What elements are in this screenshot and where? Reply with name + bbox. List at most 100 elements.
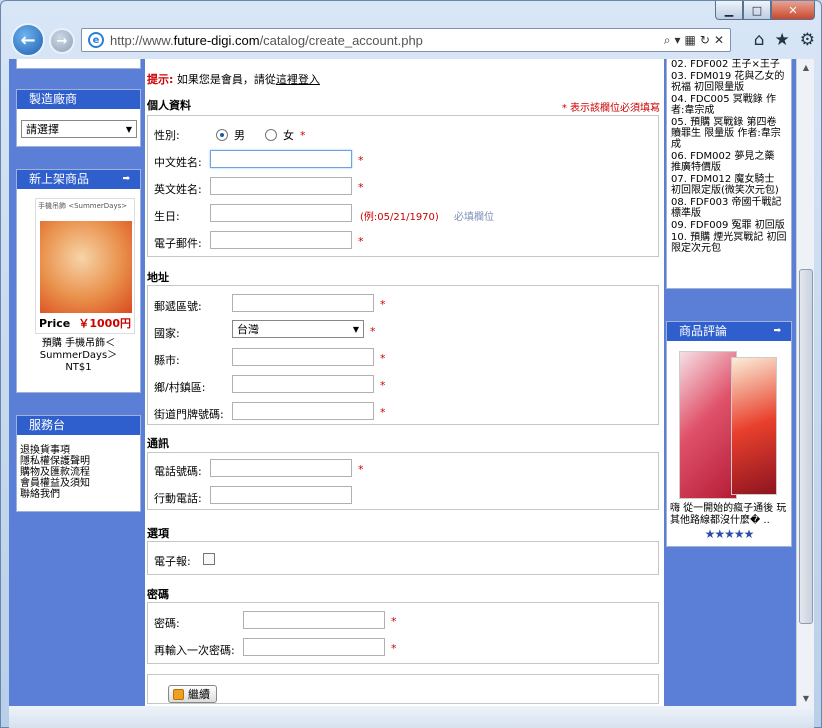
email-input[interactable] [210, 231, 352, 249]
zip-input[interactable] [232, 294, 374, 312]
dropdown-icon[interactable]: ▾ [675, 33, 681, 48]
required-star: * [358, 154, 364, 167]
newsletter-label: 電子報: [154, 555, 191, 568]
close-button[interactable]: ✕ [771, 1, 815, 20]
gender-female-radio[interactable] [265, 129, 277, 141]
bestseller-item[interactable]: 02. FDF002 王子×王子 [671, 59, 787, 70]
back-arrow-icon[interactable]: ← [11, 23, 45, 57]
phone-row: 電話號碼: [154, 463, 202, 479]
dob-input[interactable] [210, 204, 352, 222]
chinese-name-input[interactable] [210, 150, 352, 168]
rating-stars-icon: ★★★★★ [704, 527, 755, 541]
mobile-label: 行動電話: [154, 492, 202, 505]
vertical-scrollbar[interactable]: ▲ ▼ [796, 59, 814, 706]
manufacturers-title: 製造廠商 [17, 90, 140, 109]
compat-view-icon[interactable]: ▦ [685, 33, 696, 48]
main-content: 提示: 如果您是會員，請從這裡登入 個人資料 * 表示該欄位必須填寫 性別: 男… [145, 59, 664, 706]
bestseller-item[interactable]: 04. FDC005 冥戰錄 作者:韋宗成 [671, 94, 787, 116]
required-star: * [358, 235, 364, 248]
minimize-button[interactable]: ▁ [715, 1, 743, 20]
forward-arrow-icon[interactable]: → [49, 28, 75, 54]
game-box-front [679, 351, 737, 499]
arrow-right-icon[interactable]: ➡ [773, 322, 781, 341]
address-tools: ⌕ ▾ ▦ ↻ ✕ [664, 33, 724, 48]
login-link[interactable]: 這裡登入 [276, 73, 320, 86]
search-icon[interactable]: ⌕ [664, 33, 671, 48]
scroll-thumb[interactable] [799, 269, 813, 624]
bestseller-item[interactable]: 08. FDF003 帝國千戰記 標準版 [671, 197, 787, 219]
town-label: 鄉/村鎮區: [154, 381, 206, 394]
zip-row: 郵遞區號: [154, 298, 202, 314]
new-products-header: 新上架商品 ➡ [17, 170, 140, 189]
service-link[interactable]: 聯絡我們 [20, 489, 140, 500]
required-star: * [391, 642, 397, 655]
newsletter-row: 電子報: [154, 553, 191, 569]
confirm-password-label: 再輸入一次密碼: [154, 644, 235, 657]
english-name-input[interactable] [210, 177, 352, 195]
zip-label: 郵遞區號: [154, 300, 202, 313]
bestsellers-box: 02. FDF002 王子×王子 03. FDM019 花與乙女的祝福 初回限量… [666, 59, 792, 289]
country-row: 國家: [154, 325, 180, 341]
new-products-box: 新上架商品 ➡ 手機吊飾 <SummerDays> Price ￥1000円 預購… [16, 169, 141, 393]
favorites-star-icon[interactable]: ★ [775, 30, 790, 50]
review-product-image[interactable] [679, 351, 779, 499]
female-label: 女 [283, 129, 294, 142]
price-tag: Price ￥1000円 [36, 313, 134, 333]
city-input[interactable] [232, 348, 374, 366]
service-link[interactable]: 購物及匯款流程 [20, 467, 140, 478]
password-row: 密碼: [154, 615, 180, 631]
review-text[interactable]: 嗨 從一開始的瘋子通後 玩其他路線都沒什麼� .. [667, 499, 791, 527]
dob-example: (例:05/21/1970) [360, 212, 439, 223]
home-icon[interactable]: ⌂ [754, 30, 765, 50]
ename-row: 英文姓名: [154, 181, 202, 197]
product-image[interactable]: 手機吊飾 <SummerDays> Price ￥1000円 [35, 198, 135, 334]
maximize-button[interactable]: □ [743, 1, 771, 20]
continue-button[interactable]: 繼續 [168, 685, 217, 703]
manufacturer-select[interactable]: 請選擇 ▼ [21, 120, 137, 138]
arrow-right-icon[interactable]: ➡ [122, 170, 130, 189]
address-bar[interactable]: e http://www.future-digi.com/catalog/cre… [81, 28, 731, 52]
options-section-title: 選項 [147, 527, 169, 540]
mobile-input[interactable] [210, 486, 352, 504]
reviews-box: 商品評論 ➡ 嗨 從一開始的瘋子通後 玩其他路線都沒什麼� .. ★★★★★ [666, 321, 792, 547]
newsletter-checkbox[interactable] [203, 553, 215, 565]
gender-row: 性別: [154, 127, 180, 143]
service-link[interactable]: 會員權益及須知 [20, 478, 140, 489]
country-select[interactable]: 台灣 ▼ [232, 320, 364, 338]
hint-text: 如果您是會員，請從 [176, 73, 276, 86]
refresh-icon[interactable]: ↻ [700, 33, 710, 48]
male-label: 男 [234, 129, 245, 142]
street-label: 街道門牌號碼: [154, 408, 224, 421]
price-label: Price [39, 316, 71, 330]
street-input[interactable] [232, 402, 374, 420]
bestseller-item[interactable]: 03. FDM019 花與乙女的祝福 初回限量版 [671, 71, 787, 93]
confirm-row: 再輸入一次密碼: [154, 642, 235, 658]
scroll-down-arrow-icon[interactable]: ▼ [797, 690, 815, 706]
cname-label: 中文姓名: [154, 156, 202, 169]
stop-icon[interactable]: ✕ [714, 33, 724, 48]
confirm-password-input[interactable] [243, 638, 385, 656]
contact-section-title: 通訊 [147, 437, 169, 450]
required-star: * [380, 352, 386, 365]
bestseller-item[interactable]: 07. FDM012 魔女騎士 初回限定版(微笑次元包) [671, 174, 787, 196]
town-input[interactable] [232, 375, 374, 393]
bestseller-item[interactable]: 06. FDM002 夢見之藥 推廣特價版 [671, 151, 787, 173]
bestseller-item[interactable]: 05. 預購 冥戰錄 第四卷 贖罪生 限量版 作者:韋宗成 [671, 117, 787, 150]
service-links: 退換貨事項 隱私權保護聲明 購物及匯款流程 會員權益及須知 聯絡我們 [17, 435, 140, 500]
gender-male-radio[interactable] [216, 129, 228, 141]
scroll-up-arrow-icon[interactable]: ▲ [797, 59, 815, 75]
hint-label: 提示: [147, 73, 174, 86]
service-link[interactable]: 隱私權保護聲明 [20, 456, 140, 467]
phone-input[interactable] [210, 459, 352, 477]
product-name-link[interactable]: 預購 手機吊飾＜SummerDays＞ [17, 338, 140, 362]
url-prefix: http://www. [110, 32, 174, 48]
login-hint: 提示: 如果您是會員，請從這裡登入 [147, 71, 320, 87]
service-link[interactable]: 退換貨事項 [20, 445, 140, 456]
gear-icon[interactable]: ⚙ [800, 30, 815, 50]
url-text[interactable]: http://www.future-digi.com/catalog/creat… [110, 33, 664, 48]
chevron-down-icon: ▼ [352, 324, 359, 334]
password-input[interactable] [243, 611, 385, 629]
required-star: * [358, 463, 364, 476]
bestseller-item[interactable]: 10. 預購 煙光冥戰記 初回限定次元包 [671, 232, 787, 254]
bestseller-item[interactable]: 09. FDF009 冤罪 初回版 [671, 220, 787, 231]
